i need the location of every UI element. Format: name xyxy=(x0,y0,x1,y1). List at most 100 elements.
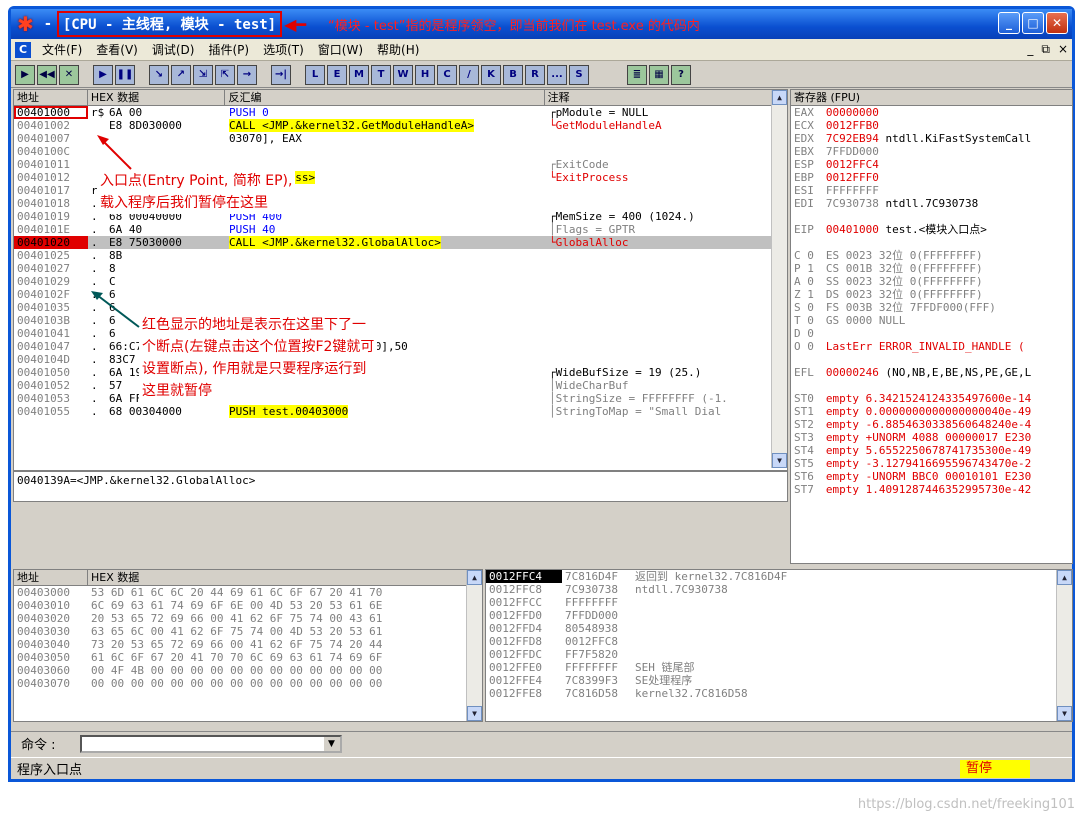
scroll-down-icon[interactable]: ▼ xyxy=(467,706,482,721)
register-value[interactable]: empty +UNORM 4088 00000017 E230 xyxy=(823,431,1072,444)
register-value[interactable]: empty -UNORM BBC0 00010101 E230 xyxy=(823,470,1072,483)
register-row[interactable]: Z 1 DS 0023 32位 0(FFFFFFFF) xyxy=(791,288,1072,301)
toolbar-M[interactable]: M xyxy=(349,64,369,85)
register-row[interactable]: EDI 7C930738 ntdll.7C930738 xyxy=(791,197,1072,210)
stack-row[interactable]: 0012FFCC FFFFFFFF xyxy=(486,596,1072,609)
register-row[interactable] xyxy=(791,236,1072,249)
scroll-up-icon[interactable]: ▲ xyxy=(467,570,482,585)
stack-address[interactable]: 0012FFD0 xyxy=(486,609,562,622)
register-value[interactable]: 7C930738 ntdll.7C930738 xyxy=(823,197,1072,210)
stack-address[interactable]: 0012FFD8 xyxy=(486,635,562,648)
toolbar-H[interactable]: H xyxy=(415,64,435,85)
maximize-button[interactable]: □ xyxy=(1022,12,1044,34)
toolbar-slash[interactable]: / xyxy=(459,64,479,85)
address-cell[interactable]: 00401053 xyxy=(14,392,88,405)
stack-row[interactable]: 0012FFD0 7FFDD000 xyxy=(486,609,1072,622)
register-row[interactable] xyxy=(791,379,1072,392)
register-value[interactable]: 7C92EB94 ntdll.KiFastSystemCall xyxy=(823,132,1072,145)
table-row[interactable]: 00401052.57PUSH EDI│WideCharBuf xyxy=(14,379,787,392)
register-row[interactable]: ESP 0012FFC4 xyxy=(791,158,1072,171)
stack-row[interactable]: 0012FFE0 FFFFFFFF SEH 链尾部 xyxy=(486,661,1072,674)
register-value[interactable]: empty 5.6552250678741735300e-49 xyxy=(823,444,1072,457)
register-row[interactable]: ST1 empty 0.0000000000000000040e-49 xyxy=(791,405,1072,418)
scroll-down-icon[interactable]: ▼ xyxy=(772,453,787,468)
register-row[interactable]: ST3 empty +UNORM 4088 00000017 E230 xyxy=(791,431,1072,444)
toolbar-ellipsis[interactable]: ... xyxy=(547,64,567,85)
address-cell[interactable]: 00401055 xyxy=(14,405,88,418)
registers-pane[interactable]: 寄存器 (FPU) EAX 00000000 ECX 0012FFB0 EDX 7C92E… xyxy=(790,89,1073,564)
menu-help[interactable]: 帮助(H) xyxy=(370,41,426,58)
minimize-button[interactable]: _ xyxy=(998,12,1020,34)
table-row[interactable]: 00401055. 68 00304000 PUSH test.00403000 │S… xyxy=(14,405,787,418)
list-icon[interactable]: ≣ xyxy=(627,64,647,85)
toolbar-R[interactable]: R xyxy=(525,64,545,85)
register-row[interactable]: EBP 0012FFF0 xyxy=(791,171,1072,184)
register-value[interactable]: 0012FFC4 xyxy=(823,158,1072,171)
register-value[interactable]: SS 0023 32位 0(FFFFFFFF) xyxy=(823,275,1072,288)
dump-address[interactable]: 00403060 xyxy=(14,664,88,677)
dump-address[interactable]: 00403010 xyxy=(14,599,88,612)
toolbar-C[interactable]: C xyxy=(437,64,457,85)
command-input[interactable]: ▼ xyxy=(79,734,342,753)
register-row[interactable]: ECX 0012FFB0 xyxy=(791,119,1072,132)
register-value[interactable]: 00401000 test.<模块入口点> xyxy=(823,223,1072,236)
menu-window[interactable]: 窗口(W) xyxy=(311,41,370,58)
register-value[interactable]: empty 0.0000000000000000040e-49 xyxy=(823,405,1072,418)
register-value[interactable]: FS 003B 32位 7FFDF000(FFF) xyxy=(823,301,1072,314)
help-icon[interactable]: ? xyxy=(671,64,691,85)
dump-row[interactable]: 00403000 53 6D 61 6C 6C 20 44 69 61 6C 6F… xyxy=(14,586,482,599)
register-row[interactable]: P 1 CS 001B 32位 0(FFFFFFFF) xyxy=(791,262,1072,275)
stack-address[interactable]: 0012FFE0 xyxy=(486,661,562,674)
register-row[interactable]: ESI FFFFFFFF xyxy=(791,184,1072,197)
stack-address[interactable]: 0012FFDC xyxy=(486,648,562,661)
register-row[interactable]: ST0 empty 6.3421524124335497600e-14 xyxy=(791,392,1072,405)
stack-row[interactable]: 0012FFC4 7C816D4F 返回到 kernel32.7C816D4F xyxy=(486,570,1072,583)
register-row[interactable]: A 0 SS 0023 32位 0(FFFFFFFF) xyxy=(791,275,1072,288)
register-value[interactable]: GS 0000 NULL xyxy=(823,314,1072,327)
register-value[interactable]: CS 001B 32位 0(FFFFFFFF) xyxy=(823,262,1072,275)
register-row[interactable] xyxy=(791,210,1072,223)
register-value[interactable] xyxy=(823,327,1072,340)
stack-address[interactable]: 0012FFD4 xyxy=(486,622,562,635)
register-value[interactable]: empty -3.1279416695596743470e-2 xyxy=(823,457,1072,470)
register-value[interactable] xyxy=(823,210,1072,223)
mdi-minimize-button[interactable]: _ xyxy=(1027,42,1033,57)
register-value[interactable]: FFFFFFFF xyxy=(823,184,1072,197)
stack-row[interactable]: 0012FFDC FF7F5820 xyxy=(486,648,1072,661)
address-cell[interactable]: 00401052 xyxy=(14,379,88,392)
register-row[interactable]: S 0 FS 003B 32位 7FFDF000(FFF) xyxy=(791,301,1072,314)
address-cell[interactable]: 0040104D xyxy=(14,353,88,366)
register-value[interactable]: empty 1.4091287446352995730e-42 xyxy=(823,483,1072,496)
disasm-scrollbar[interactable]: ▲ ▼ xyxy=(771,90,787,468)
dump-address[interactable]: 00403050 xyxy=(14,651,88,664)
dump-address[interactable]: 00403020 xyxy=(14,612,88,625)
dump-col-address[interactable]: 地址 xyxy=(14,570,88,585)
chevron-down-icon[interactable]: ▼ xyxy=(323,736,340,751)
stack-address[interactable]: 0012FFE4 xyxy=(486,674,562,687)
stack-address[interactable]: 0012FFE8 xyxy=(486,687,562,700)
register-value[interactable]: 00000246 (NO,NB,E,BE,NS,PE,GE,L xyxy=(823,366,1072,379)
register-row[interactable]: T 0 GS 0000 NULL xyxy=(791,314,1072,327)
mdi-close-button[interactable]: × xyxy=(1058,42,1068,57)
register-value[interactable] xyxy=(823,353,1072,366)
register-row[interactable]: O 0 LastErr ERROR_INVALID_HANDLE ( xyxy=(791,340,1072,353)
dump-scrollbar[interactable]: ▲ ▼ xyxy=(466,570,482,721)
register-value[interactable] xyxy=(823,379,1072,392)
register-row[interactable]: EAX 00000000 xyxy=(791,106,1072,119)
dump-row[interactable]: 00403030 63 65 6C 00 41 62 6F 75 74 00 4D… xyxy=(14,625,482,638)
register-row[interactable]: D 0 xyxy=(791,327,1072,340)
grid-icon[interactable]: ▦ xyxy=(649,64,669,85)
dump-pane[interactable]: 地址 HEX 数据 00403000 53 6D 61 6C 6C 20 44 6… xyxy=(13,569,483,722)
scroll-up-icon[interactable]: ▲ xyxy=(1057,570,1072,585)
col-comment[interactable]: 注释 xyxy=(545,90,787,105)
register-row[interactable]: ST5 empty -3.1279416695596743470e-2 xyxy=(791,457,1072,470)
dump-row[interactable]: 00403010 6C 69 63 61 74 69 6F 6E 00 4D 53… xyxy=(14,599,482,612)
toolbar-S[interactable]: S xyxy=(569,64,589,85)
scroll-down-icon[interactable]: ▼ xyxy=(1057,706,1072,721)
register-value[interactable]: 7FFDD000 xyxy=(823,145,1072,158)
stack-row[interactable]: 0012FFC8 7C930738 ntdll.7C930738 xyxy=(486,583,1072,596)
register-row[interactable] xyxy=(791,353,1072,366)
register-value[interactable]: 00000000 xyxy=(823,106,1072,119)
dump-row[interactable]: 00403020 20 53 65 72 69 66 00 41 62 6F 75… xyxy=(14,612,482,625)
dump-address[interactable]: 00403040 xyxy=(14,638,88,651)
